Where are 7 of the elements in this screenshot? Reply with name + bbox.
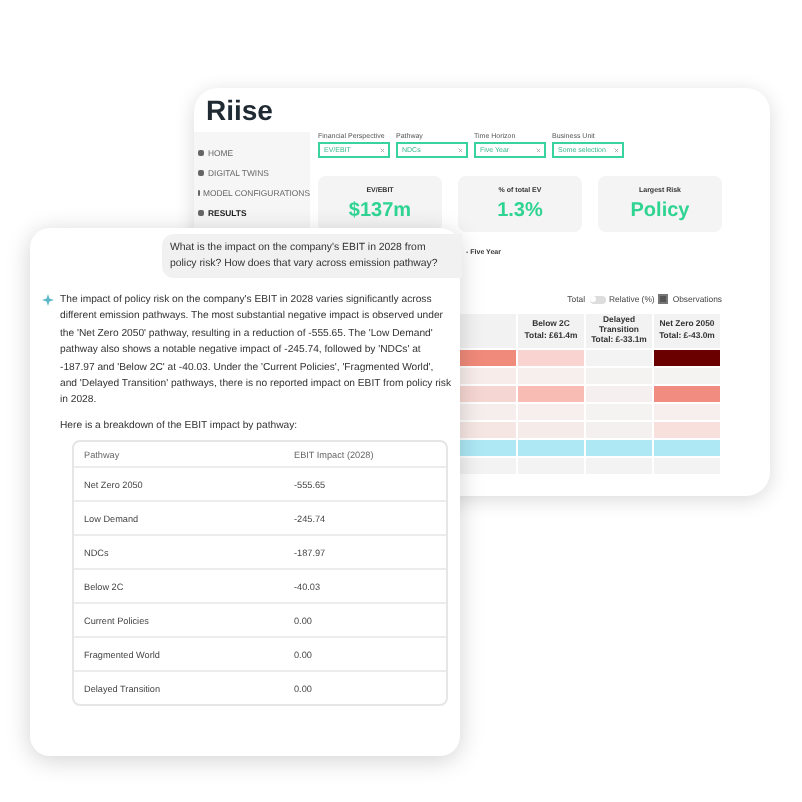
metric-value: 1.3% <box>497 200 543 222</box>
checkbox[interactable] <box>658 294 669 304</box>
toggle-switch[interactable] <box>589 295 606 303</box>
logo: Riise <box>206 94 273 126</box>
sparkle-icon <box>42 294 54 306</box>
metric-value: $137m <box>348 200 412 222</box>
metric-value: Policy <box>630 200 690 222</box>
